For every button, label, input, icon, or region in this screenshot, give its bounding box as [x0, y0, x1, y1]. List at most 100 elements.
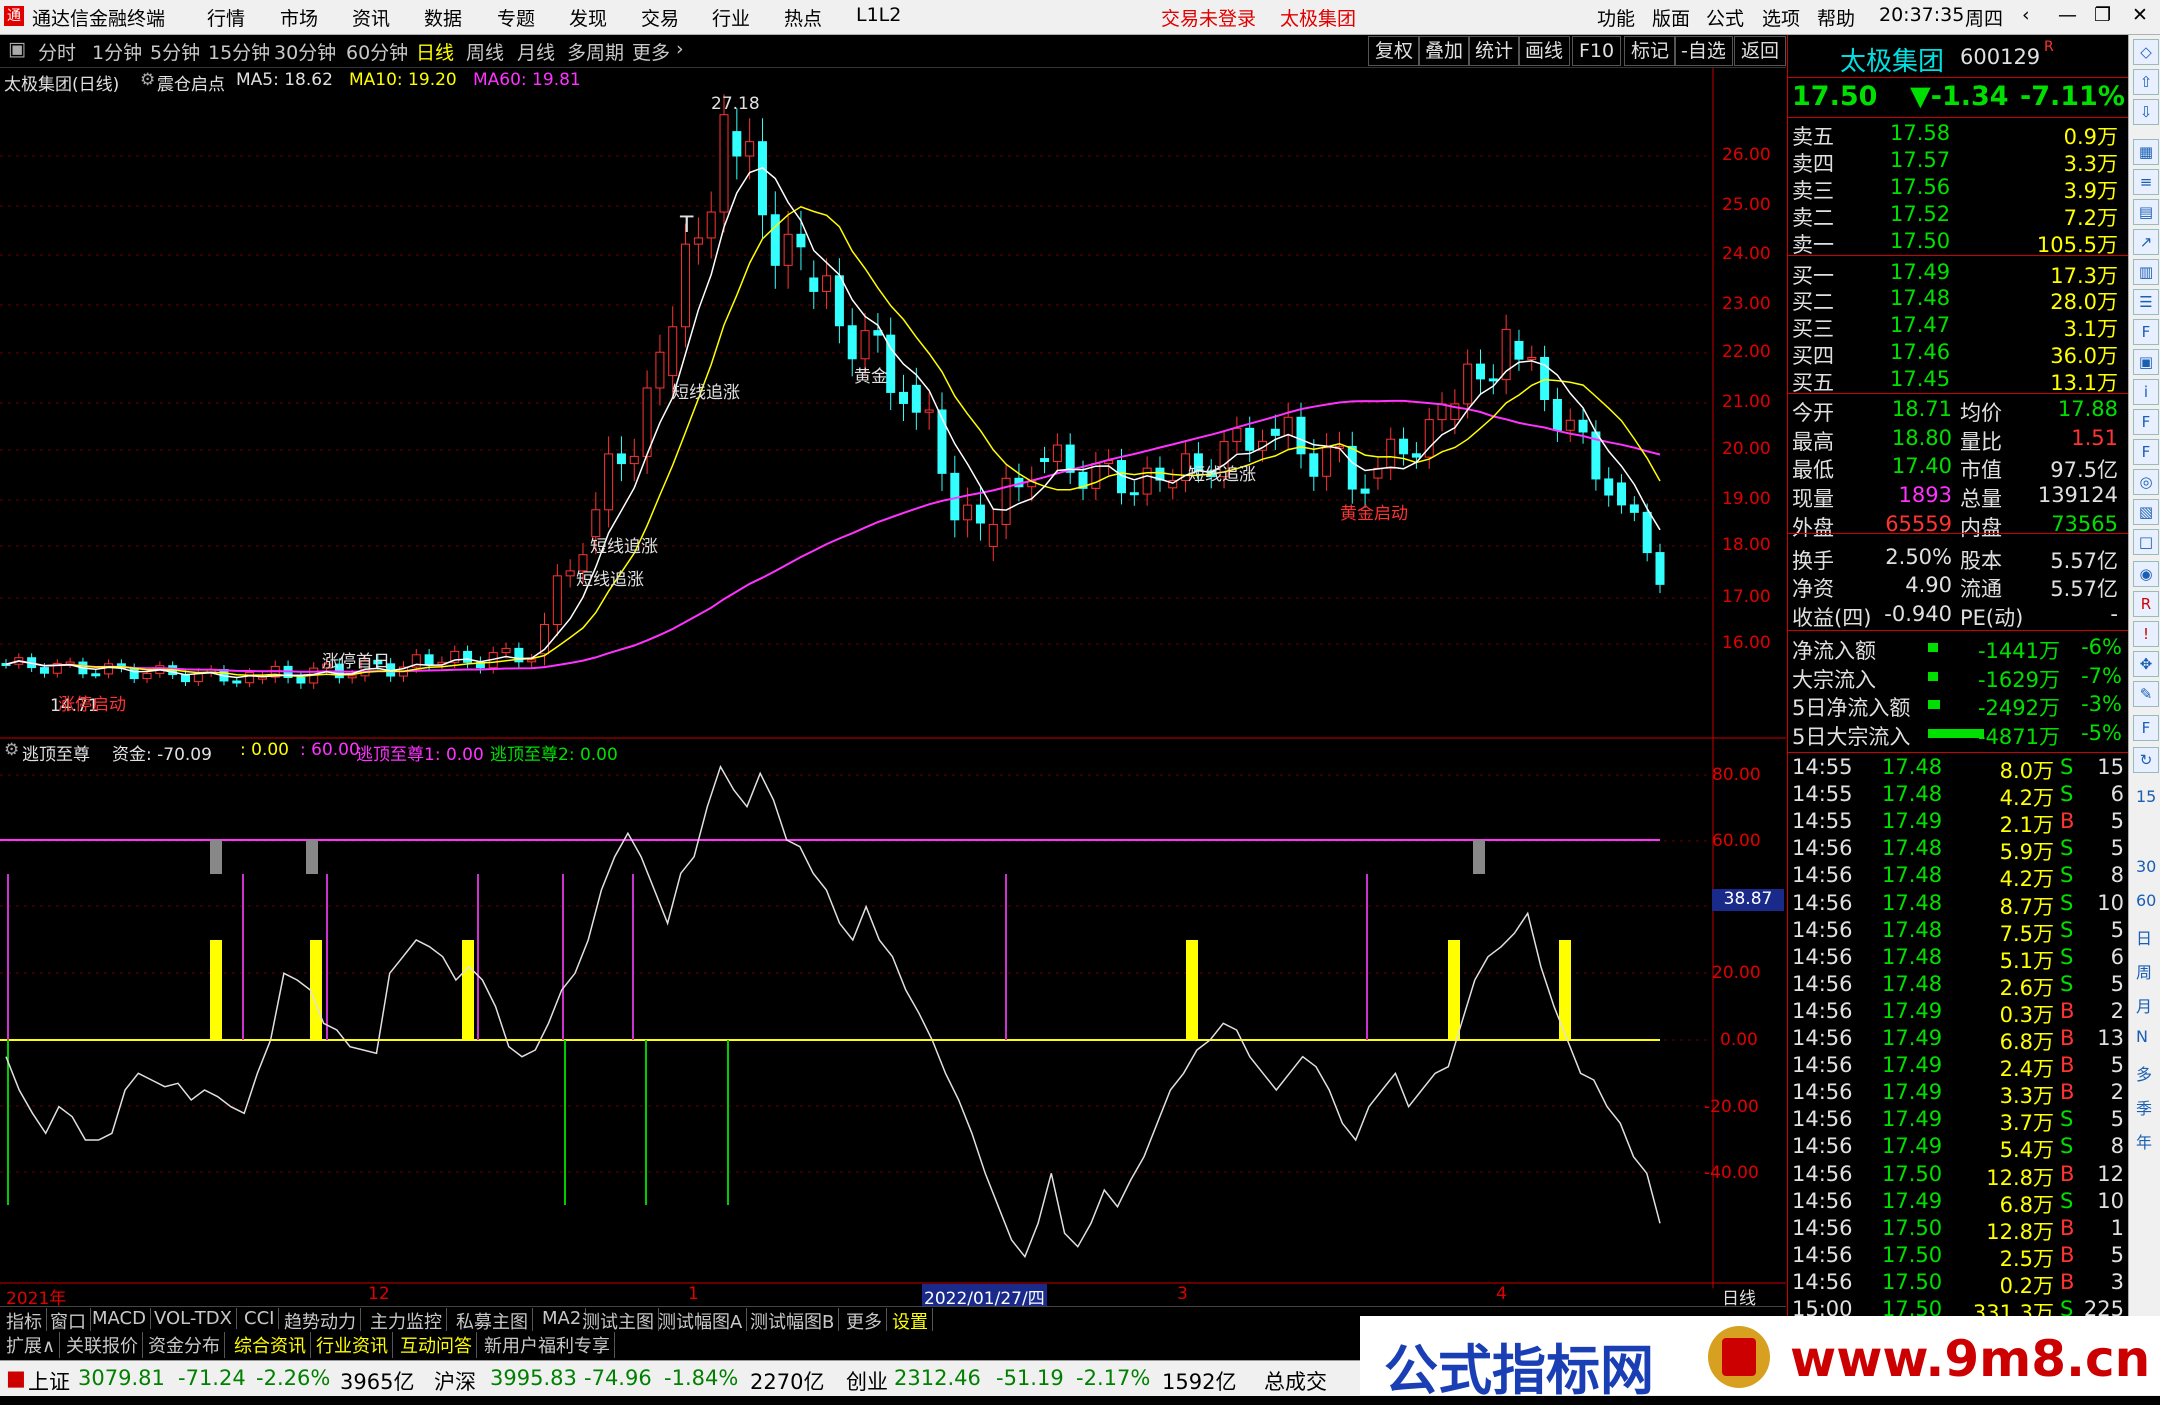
- f3-icon[interactable]: F: [2133, 439, 2159, 465]
- tab-1[interactable]: 关联报价: [62, 1332, 143, 1358]
- sidebar-period[interactable]: 周: [2136, 959, 2152, 983]
- tab-4[interactable]: CCI: [240, 1308, 280, 1329]
- cy-name[interactable]: 创业: [846, 1366, 888, 1396]
- restore-icon[interactable]: ❐: [2094, 4, 2111, 26]
- menu-hangye[interactable]: 行业: [712, 4, 750, 31]
- f10-icon[interactable]: F: [2133, 319, 2159, 345]
- menu-shuju[interactable]: 数据: [424, 4, 462, 31]
- chart-icon[interactable]: ▧: [2133, 499, 2159, 525]
- period-30min[interactable]: 30分钟: [274, 38, 336, 65]
- period-weekly[interactable]: 周线: [466, 38, 504, 65]
- up-icon[interactable]: ⇧: [2133, 69, 2159, 95]
- list-icon[interactable]: ≡: [2133, 169, 2159, 195]
- table-icon[interactable]: ▤: [2133, 199, 2159, 225]
- trade-status[interactable]: 交易未登录: [1161, 4, 1256, 31]
- btn-fanhui[interactable]: 返回: [1734, 36, 1786, 66]
- btn-zixuan[interactable]: -自选: [1674, 36, 1733, 66]
- sidebar-period[interactable]: N: [2136, 1027, 2148, 1046]
- period-fenshi[interactable]: 分时: [38, 38, 76, 65]
- btn-fuquan[interactable]: 复权: [1368, 36, 1421, 66]
- candle-body: [629, 455, 639, 465]
- tab-6[interactable]: 新用户福利专享: [480, 1332, 615, 1358]
- period-more[interactable]: 更多: [632, 38, 670, 65]
- panel-toggle-icon[interactable]: ▣: [8, 38, 26, 60]
- chevron-right-icon[interactable]: ›: [676, 38, 684, 60]
- menu-l1l2[interactable]: L1L2: [856, 4, 901, 26]
- btn-tongji[interactable]: 统计: [1468, 36, 1521, 66]
- alert-icon[interactable]: !: [2133, 621, 2159, 647]
- btn-f10[interactable]: F10: [1572, 36, 1622, 66]
- candle-body: [1232, 427, 1242, 443]
- menu-redian[interactable]: 热点: [784, 4, 822, 31]
- collapse-icon[interactable]: ◇: [2133, 39, 2159, 65]
- period-15min[interactable]: 15分钟: [208, 38, 270, 65]
- menu-xuanxiang[interactable]: 选项: [1762, 4, 1800, 31]
- menu-zhuanti[interactable]: 专题: [497, 4, 535, 31]
- sh-name[interactable]: 上证: [28, 1366, 70, 1396]
- menu-hangqing[interactable]: 行情: [207, 4, 245, 31]
- tick-time: 14:56: [1792, 1080, 1853, 1105]
- kline-chart[interactable]: [0, 68, 1786, 1308]
- info-icon[interactable]: i: [2133, 379, 2159, 405]
- menu-gongshi[interactable]: 公式: [1706, 4, 1744, 31]
- sidebar-period[interactable]: 年: [2136, 1129, 2152, 1153]
- btn-biaoji[interactable]: 标记: [1624, 36, 1677, 66]
- kline-icon[interactable]: ▥: [2133, 259, 2159, 285]
- period-1min[interactable]: 1分钟: [92, 38, 142, 65]
- menu-jiaoyi[interactable]: 交易: [641, 4, 679, 31]
- doc-icon[interactable]: ☰: [2133, 289, 2159, 315]
- sidebar-period[interactable]: 60: [2136, 891, 2156, 910]
- tab-3[interactable]: 综合资讯: [230, 1332, 311, 1358]
- menu-banmian[interactable]: 版面: [1652, 4, 1690, 31]
- sidebar-period[interactable]: 月: [2136, 993, 2152, 1017]
- period-daily[interactable]: 日线: [416, 38, 454, 65]
- trend-icon[interactable]: ↗: [2133, 229, 2159, 255]
- stat-value: 18.80: [1891, 425, 1952, 450]
- news-icon[interactable]: ▣: [2133, 349, 2159, 375]
- period-60min[interactable]: 60分钟: [346, 38, 408, 65]
- sidebar-period[interactable]: 多: [2136, 1061, 2152, 1085]
- sub-indicator-name[interactable]: 逃顶至尊: [22, 740, 90, 765]
- move-icon[interactable]: ✥: [2133, 651, 2159, 677]
- btn-huaxian[interactable]: 画线: [1518, 36, 1571, 66]
- tab-3[interactable]: VOL-TDX: [150, 1308, 237, 1329]
- period-multi[interactable]: 多周期: [567, 38, 624, 65]
- tab-5[interactable]: 互动问答: [396, 1332, 477, 1358]
- menu-zixun[interactable]: 资讯: [352, 4, 390, 31]
- menu-shichang[interactable]: 市场: [280, 4, 318, 31]
- menu-gongneng[interactable]: 功能: [1597, 4, 1635, 31]
- eye-icon[interactable]: ◉: [2133, 561, 2159, 587]
- menu-bangzhu[interactable]: 帮助: [1817, 4, 1855, 31]
- sub-v3: 逃顶至尊1: 0.00: [356, 745, 484, 765]
- tab-4[interactable]: 行业资讯: [312, 1332, 393, 1358]
- stat-value: 5.57亿: [2050, 577, 2118, 602]
- circle-icon[interactable]: ◎: [2133, 469, 2159, 495]
- period-5min[interactable]: 5分钟: [150, 38, 200, 65]
- ob-price: 17.48: [1890, 286, 1951, 311]
- sidebar-period[interactable]: 日: [2136, 925, 2152, 949]
- menu-faxian[interactable]: 发现: [569, 4, 607, 31]
- sidebar-period[interactable]: 季: [2136, 1095, 2152, 1119]
- fs-icon[interactable]: F: [2133, 715, 2159, 741]
- square-icon[interactable]: □: [2133, 529, 2159, 555]
- tab-2[interactable]: MACD: [88, 1308, 151, 1329]
- tab-0[interactable]: 扩展∧: [2, 1332, 61, 1358]
- refresh-icon[interactable]: ↻: [2133, 747, 2159, 773]
- sub-settings-icon[interactable]: ⚙: [4, 740, 19, 760]
- close-icon[interactable]: ✕: [2132, 4, 2148, 26]
- period-monthly[interactable]: 月线: [517, 38, 555, 65]
- sidebar-period[interactable]: 30: [2136, 857, 2156, 876]
- minimize-icon[interactable]: —: [2058, 4, 2077, 26]
- pen-icon[interactable]: ✎: [2133, 681, 2159, 707]
- f2-icon[interactable]: F: [2133, 409, 2159, 435]
- down-icon[interactable]: ⇩: [2133, 99, 2159, 125]
- hs-name[interactable]: 沪深: [434, 1366, 476, 1396]
- btn-diejia[interactable]: 叠加: [1418, 36, 1471, 66]
- sidebar-period[interactable]: 15: [2136, 787, 2156, 806]
- tick-side: B: [2060, 1215, 2075, 1240]
- grid-icon[interactable]: ▦: [2133, 139, 2159, 165]
- tab-2[interactable]: 资金分布: [144, 1332, 225, 1358]
- sub-capital: 资金: -70.09: [112, 745, 212, 765]
- rsi-icon[interactable]: R: [2133, 591, 2159, 617]
- back-icon[interactable]: ‹: [2022, 4, 2030, 26]
